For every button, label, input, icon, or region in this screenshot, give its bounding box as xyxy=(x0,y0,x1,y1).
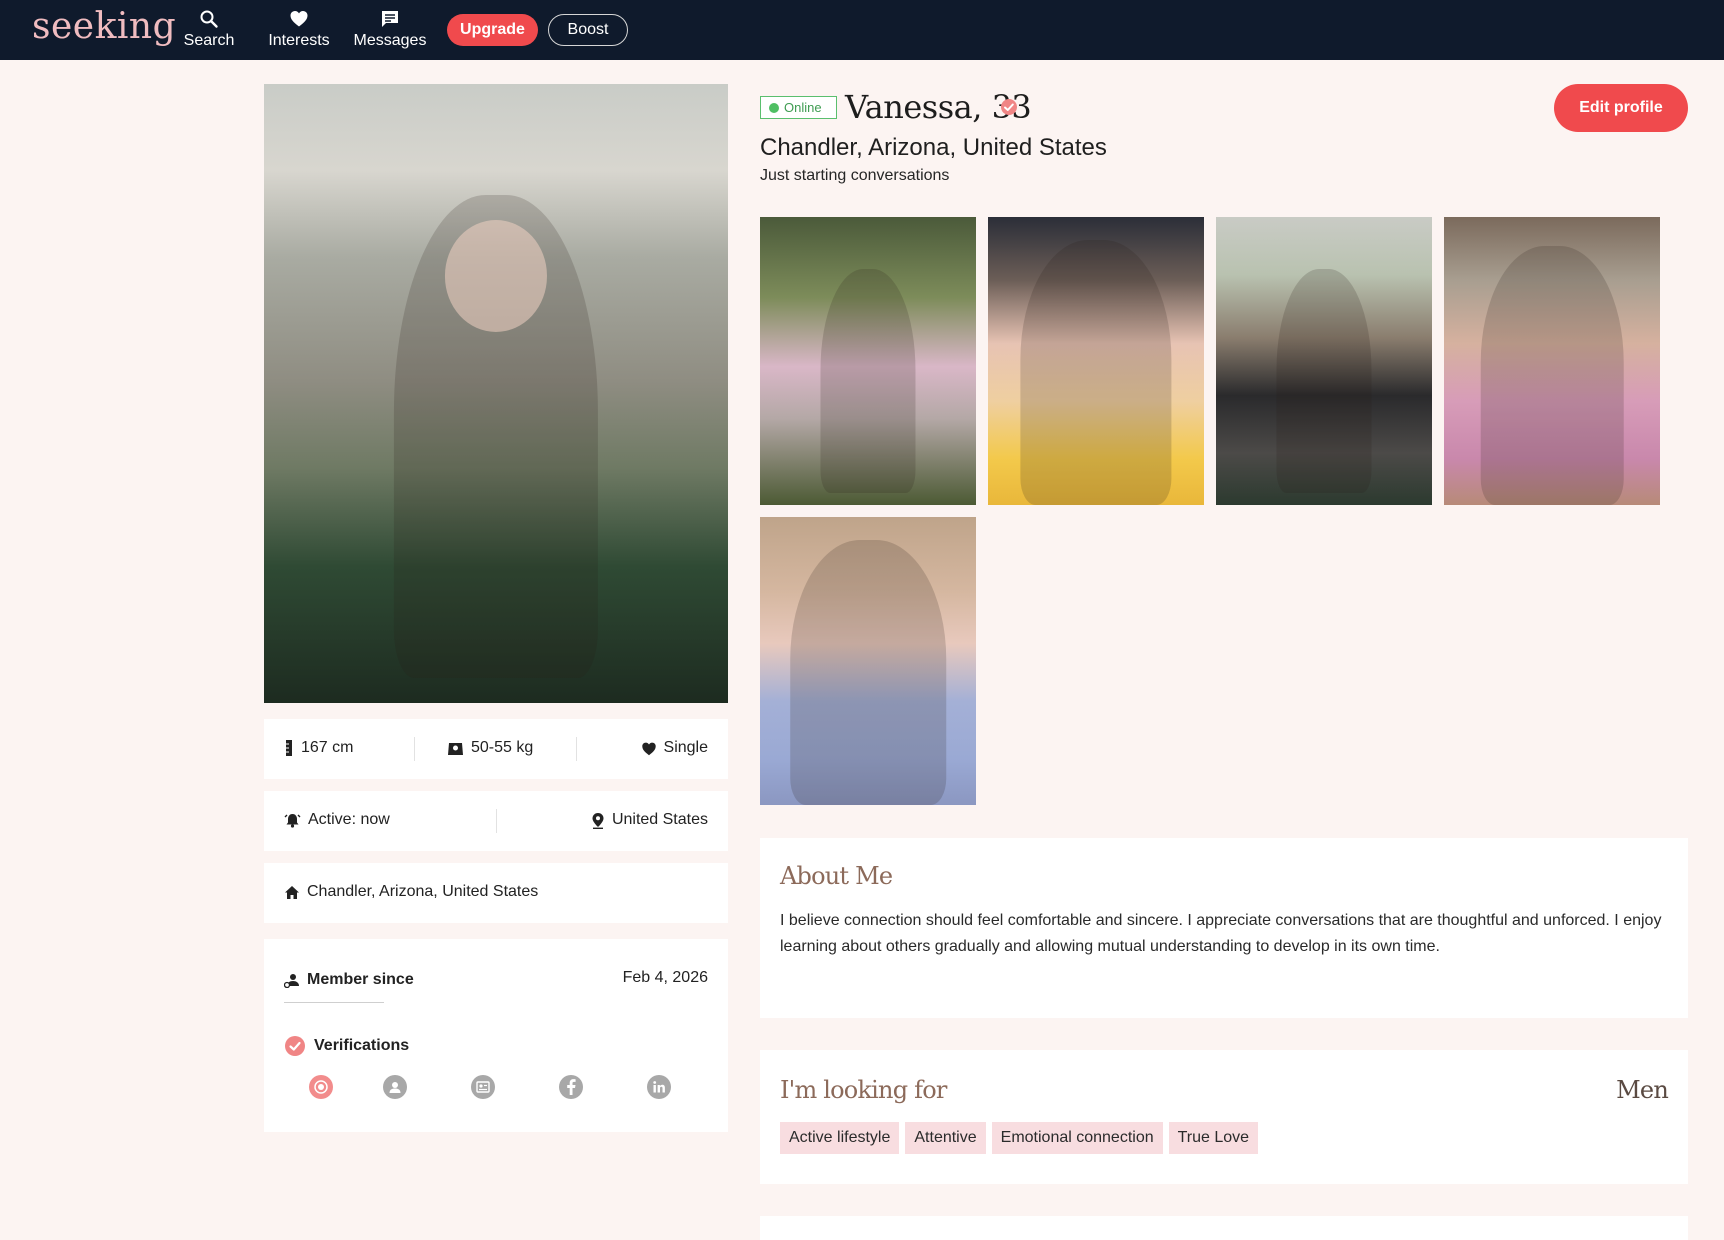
looking-for-tags: Active lifestyle Attentive Emotional con… xyxy=(780,1122,1259,1154)
member-since-label: Member since xyxy=(284,971,414,989)
profile-location: Chandler, Arizona, United States xyxy=(760,134,1107,161)
gallery-photo[interactable] xyxy=(1444,217,1660,505)
next-section-card xyxy=(760,1216,1688,1240)
heart-icon xyxy=(290,11,308,27)
verifications-label: Verifications xyxy=(284,1035,409,1057)
message-icon xyxy=(382,11,398,27)
member-since-text: Member since xyxy=(307,971,414,988)
online-status-badge: Online xyxy=(760,96,837,119)
heart-icon xyxy=(641,742,656,755)
relationship-value: Single xyxy=(663,739,708,756)
stat-divider xyxy=(576,737,577,761)
top-navigation: seeking Search Interests Messages Upgrad… xyxy=(0,0,1724,60)
gallery-photo[interactable] xyxy=(760,517,976,805)
search-icon xyxy=(200,10,218,28)
nav-search[interactable]: Search xyxy=(163,9,255,50)
facebook-icon[interactable] xyxy=(559,1075,583,1099)
seeking-logo[interactable]: seeking xyxy=(32,6,176,47)
upgrade-button[interactable]: Upgrade xyxy=(447,14,538,46)
main-profile-photo[interactable] xyxy=(264,84,728,703)
country-value: United States xyxy=(611,811,708,828)
home-value: Chandler, Arizona, United States xyxy=(307,883,539,900)
looking-for-gender: Men xyxy=(1616,1076,1669,1104)
boost-button[interactable]: Boost xyxy=(548,14,628,46)
tag-chip: Attentive xyxy=(905,1122,986,1154)
stat-divider xyxy=(414,737,415,761)
photo-subject xyxy=(820,268,916,494)
nav-interests-label: Interests xyxy=(268,32,330,49)
about-me-section: About Me I believe connection should fee… xyxy=(760,838,1688,1018)
nav-messages[interactable]: Messages xyxy=(344,9,436,50)
linkedin-icon[interactable] xyxy=(647,1075,671,1099)
looking-for-section: I'm looking for Men Active lifestyle Att… xyxy=(760,1050,1688,1184)
gallery-photo[interactable] xyxy=(988,217,1204,505)
photo-subject xyxy=(790,540,946,805)
verified-check-icon xyxy=(285,1036,305,1056)
active-value: Active: now xyxy=(308,811,390,828)
stats-card: 167 cm 50-55 kg Single xyxy=(264,719,728,779)
tag-chip: Emotional connection xyxy=(991,1122,1163,1154)
online-label: Online xyxy=(784,100,822,115)
photo-face xyxy=(444,220,548,332)
photo-subject xyxy=(1276,268,1372,494)
height-icon xyxy=(286,740,292,756)
active-status: Active: now xyxy=(284,811,390,829)
gallery-photo[interactable] xyxy=(760,217,976,505)
nav-interests[interactable]: Interests xyxy=(253,9,345,50)
activity-card: Active: now United States xyxy=(264,791,728,851)
gallery-photo[interactable] xyxy=(1216,217,1432,505)
home-location-card: Chandler, Arizona, United States xyxy=(264,863,728,923)
id-card-icon[interactable] xyxy=(471,1075,495,1099)
verifications-text: Verifications xyxy=(314,1037,410,1054)
home-icon xyxy=(285,885,299,899)
looking-for-title: I'm looking for xyxy=(780,1076,947,1104)
relationship-stat: Single xyxy=(641,739,708,757)
home-location: Chandler, Arizona, United States xyxy=(284,883,538,901)
photo-verified-icon[interactable] xyxy=(309,1075,333,1099)
nav-messages-label: Messages xyxy=(353,32,427,49)
member-icon xyxy=(284,973,299,988)
verified-badge-icon xyxy=(1001,99,1017,115)
height-stat: 167 cm xyxy=(284,739,353,757)
weight-scale-icon xyxy=(448,743,463,755)
member-since-date: Feb 4, 2026 xyxy=(622,969,708,986)
about-me-title: About Me xyxy=(780,862,893,890)
weight-value: 50-55 kg xyxy=(471,739,534,756)
country-stat: United States xyxy=(591,811,708,829)
alarm-bell-icon xyxy=(284,814,301,828)
location-pin-icon xyxy=(592,812,604,829)
member-divider xyxy=(284,1002,384,1003)
profile-tagline: Just starting conversations xyxy=(760,167,950,184)
online-dot-icon xyxy=(769,102,779,113)
tag-chip: True Love xyxy=(1168,1122,1259,1154)
height-value: 167 cm xyxy=(301,739,354,756)
nav-search-label: Search xyxy=(183,32,235,49)
about-me-text: I believe connection should feel comfort… xyxy=(780,912,1662,955)
photo-subject xyxy=(1020,240,1172,505)
weight-stat: 50-55 kg xyxy=(447,739,533,757)
stat-divider xyxy=(496,809,497,833)
profile-verification-icon[interactable] xyxy=(383,1075,407,1099)
edit-profile-button[interactable]: Edit profile xyxy=(1554,84,1688,132)
tag-chip: Active lifestyle xyxy=(780,1122,900,1154)
photo-subject xyxy=(1480,245,1624,505)
member-card: Member since Feb 4, 2026 Verifications xyxy=(264,939,728,1132)
